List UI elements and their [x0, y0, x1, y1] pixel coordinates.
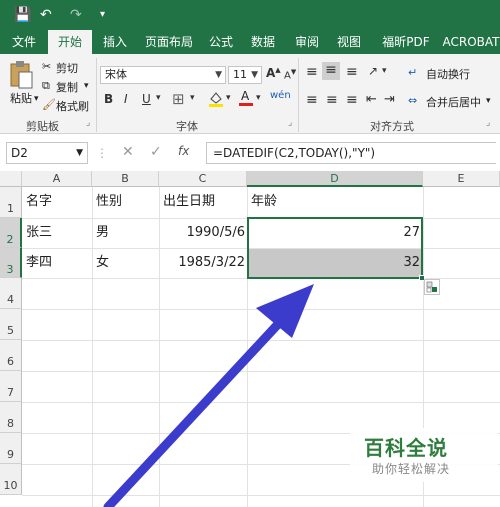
- watermark-logo: 百科全说 助你轻松解决: [350, 428, 498, 482]
- watermark-subtitle: 助你轻松解决: [372, 462, 451, 476]
- excel-window: 💾 ↶ ↷ ▾ 文件 开始 插入 页面布局 公式 数据 审阅 视图 福昕PDF …: [0, 0, 500, 507]
- watermark-title: 百科全说: [364, 436, 448, 460]
